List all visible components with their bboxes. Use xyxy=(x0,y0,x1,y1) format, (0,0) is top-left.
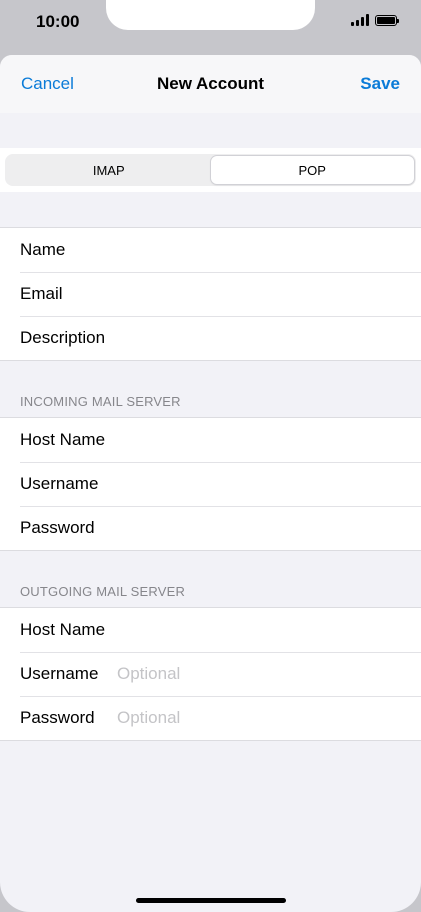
outgoing-section-header: OUTGOING MAIL SERVER xyxy=(20,584,186,599)
battery-fill xyxy=(377,16,395,24)
outgoing-server-group: Host Name Username Optional Password Opt… xyxy=(0,607,421,741)
field-label: Password xyxy=(20,708,95,727)
incoming-host-name-field[interactable]: Host Name xyxy=(0,418,421,462)
incoming-password-field[interactable]: Password xyxy=(0,506,421,550)
outgoing-host-name-field[interactable]: Host Name xyxy=(0,608,421,652)
field-label: Host Name xyxy=(20,430,106,449)
status-icons xyxy=(351,14,399,26)
field-label: Description xyxy=(20,328,106,347)
email-field[interactable]: Email xyxy=(0,272,421,316)
name-field[interactable]: Name xyxy=(0,228,421,272)
page-title: New Account xyxy=(156,74,265,93)
save-button[interactable]: Save xyxy=(360,74,400,94)
incoming-section-header: INCOMING MAIL SERVER xyxy=(20,394,181,409)
outgoing-password-field[interactable]: Password Optional xyxy=(0,696,421,740)
protocol-segmented-control: IMAP POP xyxy=(5,154,416,186)
notch xyxy=(106,0,315,30)
incoming-server-group: Host Name Username Password xyxy=(0,417,421,551)
field-label: Host Name xyxy=(20,620,106,639)
segment-pop[interactable]: POP xyxy=(210,156,414,184)
new-account-sheet: Cancel New Account Save IMAP POP Name Em… xyxy=(0,55,421,912)
protocol-selector-container: IMAP POP xyxy=(0,148,421,192)
outgoing-username-field[interactable]: Username Optional xyxy=(0,652,421,696)
home-indicator[interactable] xyxy=(136,898,286,903)
description-field[interactable]: Description xyxy=(0,316,421,360)
field-label: Username xyxy=(20,474,99,493)
account-fields-group: Name Email Description xyxy=(0,227,421,361)
signal-bars-icon xyxy=(351,14,369,26)
battery-icon xyxy=(375,14,399,26)
status-bar: 10:00 xyxy=(0,0,421,44)
phone-screen: 10:00 Cancel New Account Save IMAP POP N… xyxy=(0,0,421,912)
field-label: Name xyxy=(20,240,66,259)
field-label: Password xyxy=(20,518,95,537)
navigation-bar: Cancel New Account Save xyxy=(0,55,421,113)
username-placeholder: Optional xyxy=(117,664,181,683)
status-time: 10:00 xyxy=(36,12,80,31)
segment-imap[interactable]: IMAP xyxy=(7,156,211,184)
password-placeholder: Optional xyxy=(117,708,181,727)
field-label: Username xyxy=(20,664,99,683)
incoming-username-field[interactable]: Username xyxy=(0,462,421,506)
field-label: Email xyxy=(20,284,63,303)
